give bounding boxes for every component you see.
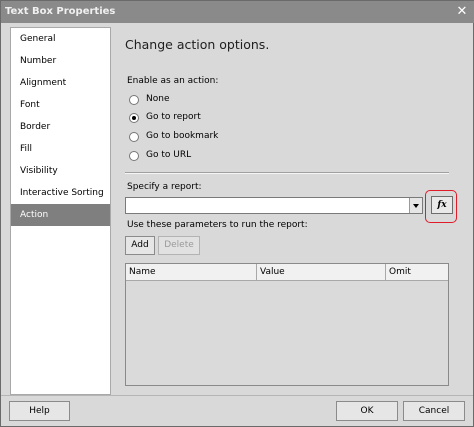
sidebar-item-visibility[interactable]: Visibility (11, 160, 110, 182)
add-button[interactable]: Add (125, 236, 155, 255)
radio-label: None (146, 94, 170, 104)
specify-report-label: Specify a report: (127, 182, 202, 192)
sidebar-item-label: Action (20, 210, 49, 220)
sidebar-item-label: Alignment (20, 78, 67, 88)
sidebar-item-fill[interactable]: Fill (11, 138, 110, 160)
parameters-label: Use these parameters to run the report: (127, 220, 308, 230)
chevron-down-icon[interactable] (409, 198, 422, 213)
radio-button[interactable] (129, 113, 139, 123)
radio-label: Go to bookmark (146, 131, 219, 141)
sidebar-item-label: Font (20, 100, 40, 110)
text-box-properties-dialog: Text Box Properties ✕ General Number Ali… (0, 0, 474, 427)
window-title: Text Box Properties ✕ (1, 1, 474, 23)
sidebar-item-label: Border (20, 122, 51, 132)
section-divider (125, 172, 449, 174)
column-header-omit[interactable]: Omit (386, 264, 448, 280)
sidebar-item-interactive-sorting[interactable]: Interactive Sorting (11, 182, 110, 204)
column-header-value[interactable]: Value (257, 264, 386, 280)
page-title: Change action options. (125, 37, 270, 52)
sidebar-item-alignment[interactable]: Alignment (11, 72, 110, 94)
column-header-name[interactable]: Name (126, 264, 257, 280)
parameters-table: Name Value Omit (125, 263, 449, 386)
radio-button[interactable] (129, 132, 139, 142)
sidebar-item-label: Fill (20, 144, 33, 154)
highlight-annotation (425, 190, 457, 223)
close-icon[interactable]: ✕ (453, 3, 471, 21)
sidebar-item-label: Number (20, 56, 57, 66)
help-button[interactable]: Help (9, 401, 70, 421)
sidebar-item-label: General (20, 34, 56, 44)
sidebar-item-action[interactable]: Action (11, 204, 110, 226)
footer-divider (1, 395, 473, 396)
enable-action-label: Enable as an action: (127, 76, 219, 86)
sidebar-item-border[interactable]: Border (11, 116, 110, 138)
sidebar: General Number Alignment Font Border Fil… (10, 27, 111, 395)
radio-label: Go to report (146, 112, 201, 122)
radio-button[interactable] (129, 95, 139, 105)
report-combobox[interactable] (125, 197, 423, 214)
sidebar-item-label: Interactive Sorting (20, 188, 104, 198)
radio-label: Go to URL (146, 150, 192, 160)
sidebar-item-general[interactable]: General (11, 28, 110, 50)
sidebar-item-label: Visibility (20, 166, 58, 176)
window-title-text: Text Box Properties (5, 6, 116, 17)
cancel-button[interactable]: Cancel (403, 401, 465, 421)
radio-button[interactable] (129, 151, 139, 161)
ok-button[interactable]: OK (336, 401, 398, 421)
sidebar-item-font[interactable]: Font (11, 94, 110, 116)
sidebar-item-number[interactable]: Number (11, 50, 110, 72)
delete-button[interactable]: Delete (158, 236, 200, 255)
table-header: Name Value Omit (126, 264, 448, 281)
